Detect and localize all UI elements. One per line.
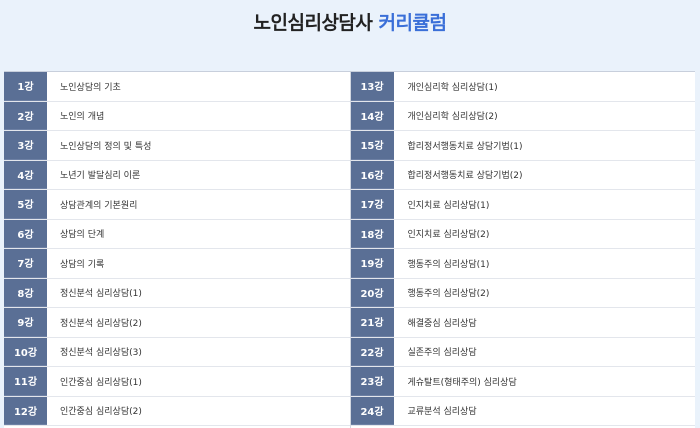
lesson-number: 15강 <box>350 131 394 160</box>
lesson-title: 교류분석 심리상담 <box>407 407 477 418</box>
lesson-title: 노인의 개념 <box>60 112 105 123</box>
lesson-title: 정신분석 심리상담(2) <box>60 318 142 329</box>
lesson-row-14: 14강 개인심리학 심리상담(2) <box>350 101 695 131</box>
lesson-row-11: 11강 인간중심 심리상담(1) <box>4 367 350 397</box>
title-accent: 커리큘럼 <box>378 12 447 34</box>
lesson-number: 4강 <box>4 160 47 189</box>
lesson-number: 6강 <box>4 219 47 248</box>
lesson-number: 16강 <box>350 160 394 189</box>
lesson-row-20: 20강 행동주의 심리상담(2) <box>350 278 695 308</box>
lesson-title: 상담관계의 기본원리 <box>60 200 138 211</box>
lesson-row-19: 19강 행동주의 심리상담(1) <box>350 249 695 279</box>
lesson-title: 개인심리학 심리상담(1) <box>407 82 498 93</box>
curriculum-column-left: 1강 노인상담의 기초 2강 노인의 개념 3강 노인상담의 정의 및 특성 4강 노년… <box>4 72 350 428</box>
lesson-number: 14강 <box>350 101 394 130</box>
lesson-row-16: 16강 합리정서행동치료 상담기법(2) <box>350 160 695 190</box>
lesson-title: 행동주의 심리상담(2) <box>407 289 490 300</box>
lesson-number: 8강 <box>4 278 47 307</box>
lesson-title: 행동주의 심리상담(1) <box>407 259 490 270</box>
lesson-number: 23강 <box>350 367 394 396</box>
lesson-row-3: 3강 노인상담의 정의 및 특성 <box>4 131 350 161</box>
lesson-title: 인지치료 심리상담(2) <box>407 230 490 241</box>
lesson-title: 정신분석 심리상담(3) <box>60 348 142 359</box>
lesson-row-24: 24강 교류분석 심리상담 <box>350 396 695 426</box>
lesson-title: 실존주의 심리상담 <box>407 348 477 359</box>
lesson-title: 인간중심 심리상담(2) <box>60 407 142 418</box>
lesson-title: 개인심리학 심리상담(2) <box>407 112 498 123</box>
lesson-title: 정신분석 심리상담(1) <box>60 289 142 300</box>
lesson-row-10: 10강 정신분석 심리상담(3) <box>4 337 350 367</box>
lesson-title: 해결중심 심리상담 <box>407 318 477 329</box>
lesson-row-2: 2강 노인의 개념 <box>4 101 350 131</box>
lesson-row-8: 8강 정신분석 심리상담(1) <box>4 278 350 308</box>
lesson-row-5: 5강 상담관계의 기본원리 <box>4 190 350 220</box>
curriculum-table: 1강 노인상담의 기초 2강 노인의 개념 3강 노인상담의 정의 및 특성 4강 노년… <box>4 71 695 428</box>
lesson-number: 19강 <box>350 249 394 278</box>
lesson-number: 2강 <box>4 101 47 130</box>
lesson-number: 18강 <box>350 219 394 248</box>
lesson-title: 합리정서행동치료 상담기법(2) <box>407 171 523 182</box>
lesson-title: 노인상담의 정의 및 특성 <box>60 141 152 152</box>
lesson-row-9: 9강 정신분석 심리상담(2) <box>4 308 350 338</box>
lesson-number: 21강 <box>350 308 394 337</box>
lesson-number: 12강 <box>4 396 47 425</box>
lesson-number: 11강 <box>4 367 47 396</box>
lesson-title: 인지치료 심리상담(1) <box>407 200 490 211</box>
lesson-number: 13강 <box>350 72 394 101</box>
lesson-row-21: 21강 해결중심 심리상담 <box>350 308 695 338</box>
lesson-title: 노인상담의 기초 <box>60 82 121 93</box>
lesson-title: 게슈탈트(형태주의) 심리상담 <box>407 377 517 388</box>
lesson-row-23: 23강 게슈탈트(형태주의) 심리상담 <box>350 367 695 397</box>
lesson-row-12: 12강 인간중심 심리상담(2) <box>4 396 350 426</box>
title-main: 노인심리상담사 <box>253 12 373 34</box>
lesson-number: 7강 <box>4 249 47 278</box>
curriculum-page: 노인심리상담사 커리큘럼 1강 노인상담의 기초 2강 노인의 개념 3강 노인상담의… <box>0 0 700 428</box>
lesson-row-15: 15강 합리정서행동치료 상담기법(1) <box>350 131 695 161</box>
lesson-number: 20강 <box>350 278 394 307</box>
lesson-row-7: 7강 상담의 기록 <box>4 249 350 279</box>
lesson-row-13: 13강 개인심리학 심리상담(1) <box>350 72 695 102</box>
lesson-title: 노년기 발달심리 이론 <box>60 171 141 182</box>
lesson-number: 9강 <box>4 308 47 337</box>
lesson-number: 1강 <box>4 72 47 101</box>
lesson-number: 3강 <box>4 131 47 160</box>
lesson-number: 24강 <box>350 396 394 425</box>
lesson-row-22: 22강 실존주의 심리상담 <box>350 337 695 367</box>
lesson-number: 5강 <box>4 190 47 219</box>
lesson-row-17: 17강 인지치료 심리상담(1) <box>350 190 695 220</box>
lesson-number: 17강 <box>350 190 394 219</box>
lesson-number: 10강 <box>4 337 47 366</box>
lesson-title: 합리정서행동치료 상담기법(1) <box>407 141 523 152</box>
lesson-row-4: 4강 노년기 발달심리 이론 <box>4 160 350 190</box>
lesson-row-6: 6강 상담의 단계 <box>4 219 350 249</box>
lesson-number: 22강 <box>350 337 394 366</box>
page-title: 노인심리상담사 커리큘럼 <box>0 8 700 35</box>
lesson-title: 상담의 기록 <box>60 259 105 270</box>
lesson-row-1: 1강 노인상담의 기초 <box>4 72 350 102</box>
lesson-title: 상담의 단계 <box>60 230 105 241</box>
lesson-row-18: 18강 인지치료 심리상담(2) <box>350 219 695 249</box>
lesson-title: 인간중심 심리상담(1) <box>60 377 142 388</box>
curriculum-column-right: 13강 개인심리학 심리상담(1) 14강 개인심리학 심리상담(2) 15강 합리정… <box>349 72 695 428</box>
